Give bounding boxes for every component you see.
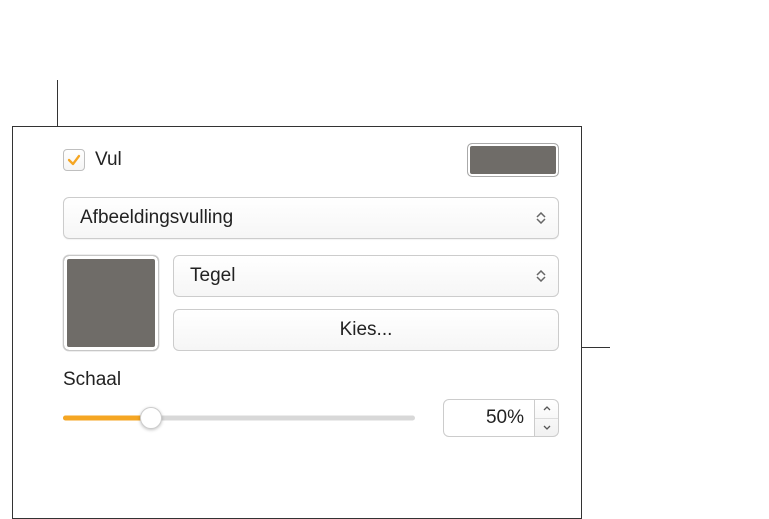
scale-value-field[interactable]: 50% [443,399,535,437]
fill-type-select[interactable]: Afbeeldingsvulling [63,197,559,239]
scale-value-group: 50% [443,399,559,437]
image-controls-column: Tegel Kies... [173,255,559,351]
fill-scale-mode-value: Tegel [190,265,235,287]
scale-row: 50% [63,399,559,437]
fill-header-row: Vul [63,141,559,179]
stepper-down-button[interactable] [535,419,558,437]
fill-panel: Vul Afbeeldingsvulling Tegel Kies... Sch… [12,126,582,519]
slider-fill [63,416,151,421]
fill-label: Vul [95,149,122,171]
fill-scale-mode-select[interactable]: Tegel [173,255,559,297]
stepper-up-button[interactable] [535,400,558,419]
image-well[interactable] [63,255,159,351]
chevron-updown-icon [536,270,546,282]
scale-stepper [535,399,559,437]
scale-slider[interactable] [63,406,415,430]
slider-thumb[interactable] [140,407,162,429]
choose-button-label: Kies... [340,319,393,341]
choose-image-button[interactable]: Kies... [173,309,559,351]
chevron-updown-icon [536,212,546,224]
fill-color-swatch[interactable] [467,143,559,177]
scale-label: Schaal [63,369,559,391]
fill-type-value: Afbeeldingsvulling [80,207,233,229]
checkmark-icon [67,153,81,167]
fill-checkbox[interactable] [63,149,85,171]
fill-checkbox-group: Vul [63,149,122,171]
scale-value-text: 50% [486,407,524,429]
image-fill-row: Tegel Kies... [63,255,559,351]
